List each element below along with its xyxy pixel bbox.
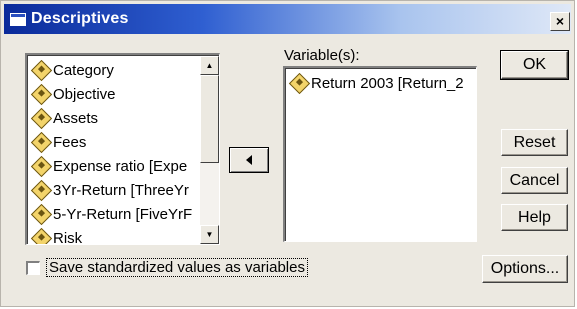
ruler-icon — [30, 179, 53, 201]
vertical-scrollbar[interactable]: ▲ ▼ — [200, 56, 219, 244]
scroll-up-button[interactable]: ▲ — [200, 56, 219, 75]
move-variable-button[interactable] — [229, 147, 269, 173]
ruler-icon — [30, 83, 53, 105]
ruler-icon — [30, 155, 53, 177]
help-button[interactable]: Help — [501, 204, 568, 231]
list-item[interactable]: 3Yr-Return [ThreeYr — [30, 178, 189, 202]
ruler-icon — [30, 203, 53, 225]
list-item[interactable]: Category — [30, 58, 114, 82]
arrow-left-icon — [246, 155, 252, 165]
source-variable-list[interactable]: Category Objective Assets Fees Expense r… — [25, 53, 220, 245]
variables-label: Variable(s): — [284, 47, 360, 64]
list-item[interactable]: Objective — [30, 82, 116, 106]
ok-button[interactable]: OK — [500, 50, 569, 80]
close-button[interactable]: × — [550, 12, 570, 31]
window-icon — [10, 13, 26, 26]
ruler-icon — [30, 107, 53, 129]
ruler-icon — [288, 72, 311, 94]
list-item[interactable]: Risk — [30, 226, 83, 245]
save-standardized-checkbox[interactable] — [26, 261, 40, 275]
list-item-label: Return 2003 [Return_2 — [311, 74, 464, 92]
list-item-label: Assets — [53, 109, 99, 127]
descriptives-dialog: Descriptives × Category Objective Assets… — [0, 0, 575, 307]
list-item-label: Category — [53, 61, 114, 79]
reset-button[interactable]: Reset — [501, 129, 568, 156]
list-item-label: Fees — [53, 133, 87, 151]
list-item[interactable]: 5-Yr-Return [FiveYrF — [30, 202, 193, 226]
options-button[interactable]: Options... — [482, 255, 568, 283]
cancel-button[interactable]: Cancel — [501, 167, 568, 194]
list-item[interactable]: Assets — [30, 106, 99, 130]
ruler-icon — [30, 59, 53, 81]
scroll-down-button[interactable]: ▼ — [200, 225, 219, 244]
list-item-label: Objective — [53, 85, 116, 103]
target-variable-list[interactable]: Return 2003 [Return_2 — [283, 66, 477, 242]
list-item-label: Expense ratio [Expe — [53, 157, 188, 175]
scroll-thumb[interactable] — [200, 75, 219, 163]
list-item[interactable]: Return 2003 [Return_2 — [288, 71, 464, 95]
save-standardized-label[interactable]: Save standardized values as variables — [46, 258, 308, 277]
list-item-label: Risk — [53, 229, 83, 245]
ruler-icon — [30, 227, 53, 244]
list-item-label: 3Yr-Return [ThreeYr — [53, 181, 189, 199]
list-item[interactable]: Fees — [30, 130, 87, 154]
list-item-label: 5-Yr-Return [FiveYrF — [53, 205, 193, 223]
title-bar[interactable]: Descriptives × — [4, 4, 571, 34]
source-variable-list-inner: Category Objective Assets Fees Expense r… — [27, 55, 219, 244]
list-item[interactable]: Expense ratio [Expe — [30, 154, 188, 178]
ruler-icon — [30, 131, 53, 153]
target-variable-list-inner: Return 2003 [Return_2 — [285, 68, 476, 241]
window-title: Descriptives — [31, 10, 129, 27]
